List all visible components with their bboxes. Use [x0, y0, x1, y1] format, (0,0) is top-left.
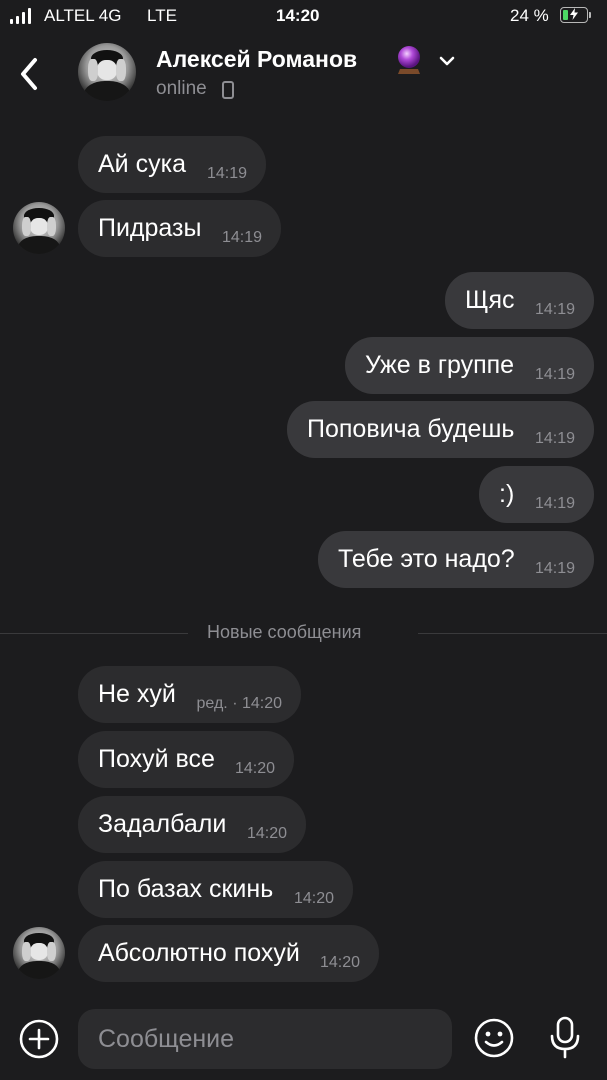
chevron-down-icon[interactable]	[436, 52, 458, 70]
message-time: 14:20	[234, 760, 275, 777]
message-input-placeholder: Сообщение	[98, 1025, 235, 1053]
carrier-label: ALTEL 4G	[44, 6, 122, 25]
message-time: 14:20	[246, 825, 287, 842]
outgoing-message[interactable]: Тебе это надо? 14:19	[318, 531, 594, 588]
message-text: Уже в группе	[365, 351, 515, 379]
message-time: 14:19	[534, 430, 575, 447]
outgoing-message[interactable]: Поповича будешь 14:19	[287, 401, 594, 458]
contact-name[interactable]: Алексей Романов	[156, 46, 357, 73]
message-text: По базах скинь	[98, 875, 274, 903]
contact-avatar[interactable]	[78, 43, 136, 101]
signal-icon	[10, 8, 38, 24]
divider-line-left	[0, 633, 188, 634]
message-time: 14:19	[534, 495, 575, 512]
incoming-message[interactable]: По базах скинь 14:20	[78, 861, 353, 918]
mobile-device-icon	[222, 81, 234, 99]
sender-avatar[interactable]	[13, 927, 65, 979]
outgoing-message[interactable]: Щяс 14:19	[445, 272, 594, 329]
message-input[interactable]: Сообщение	[78, 1009, 452, 1069]
message-text: Пидразы	[98, 214, 202, 242]
outgoing-message[interactable]: Уже в группе 14:19	[345, 337, 594, 394]
clock: 14:20	[276, 6, 320, 25]
microphone-icon	[550, 1016, 580, 1059]
incoming-message[interactable]: Задалбали 14:20	[78, 796, 306, 853]
divider-line-right	[418, 633, 607, 634]
crystal-ball-icon	[395, 45, 423, 75]
battery-icon	[560, 7, 588, 23]
message-time: 14:19	[534, 366, 575, 383]
new-messages-divider: Новые сообщения	[207, 622, 362, 642]
smiley-icon	[474, 1018, 514, 1058]
message-text: :)	[499, 480, 515, 508]
voice-message-button[interactable]	[545, 1015, 585, 1061]
charging-bolt-icon	[570, 8, 578, 20]
message-text: Абсолютно похуй	[98, 939, 300, 967]
message-time: ред. · 14:20	[196, 695, 282, 712]
message-text: Не хуй	[98, 680, 176, 708]
outgoing-message[interactable]: :) 14:19	[479, 466, 594, 523]
contact-status: online	[156, 78, 207, 99]
message-time: 14:19	[534, 560, 575, 577]
message-time: 14:19	[221, 229, 262, 246]
battery-percent: 24 %	[510, 6, 549, 25]
incoming-message[interactable]: Пидразы 14:19	[78, 200, 281, 257]
message-time: 14:19	[534, 301, 575, 318]
incoming-message[interactable]: Похуй все 14:20	[78, 731, 294, 788]
message-time: 14:20	[293, 890, 334, 907]
message-text: Щяс	[465, 286, 515, 314]
emoji-button[interactable]	[473, 1017, 515, 1059]
message-text: Ай сука	[98, 150, 186, 178]
network-label: LTE	[147, 6, 177, 25]
message-text: Поповича будешь	[307, 415, 515, 443]
incoming-message[interactable]: Не хуй ред. · 14:20	[78, 666, 301, 723]
plus-circle-icon	[19, 1019, 59, 1059]
message-text: Похуй все	[98, 745, 215, 773]
sender-avatar[interactable]	[13, 202, 65, 254]
attach-button[interactable]	[18, 1018, 60, 1060]
incoming-message[interactable]: Абсолютно похуй 14:20	[78, 925, 379, 982]
chevron-left-icon	[21, 58, 37, 90]
message-time: 14:20	[319, 954, 360, 971]
battery-cap	[589, 12, 591, 18]
back-button[interactable]	[14, 54, 48, 94]
message-text: Тебе это надо?	[338, 545, 515, 573]
message-text: Задалбали	[98, 810, 227, 838]
message-time: 14:19	[206, 165, 247, 182]
incoming-message[interactable]: Ай сука 14:19	[78, 136, 266, 193]
